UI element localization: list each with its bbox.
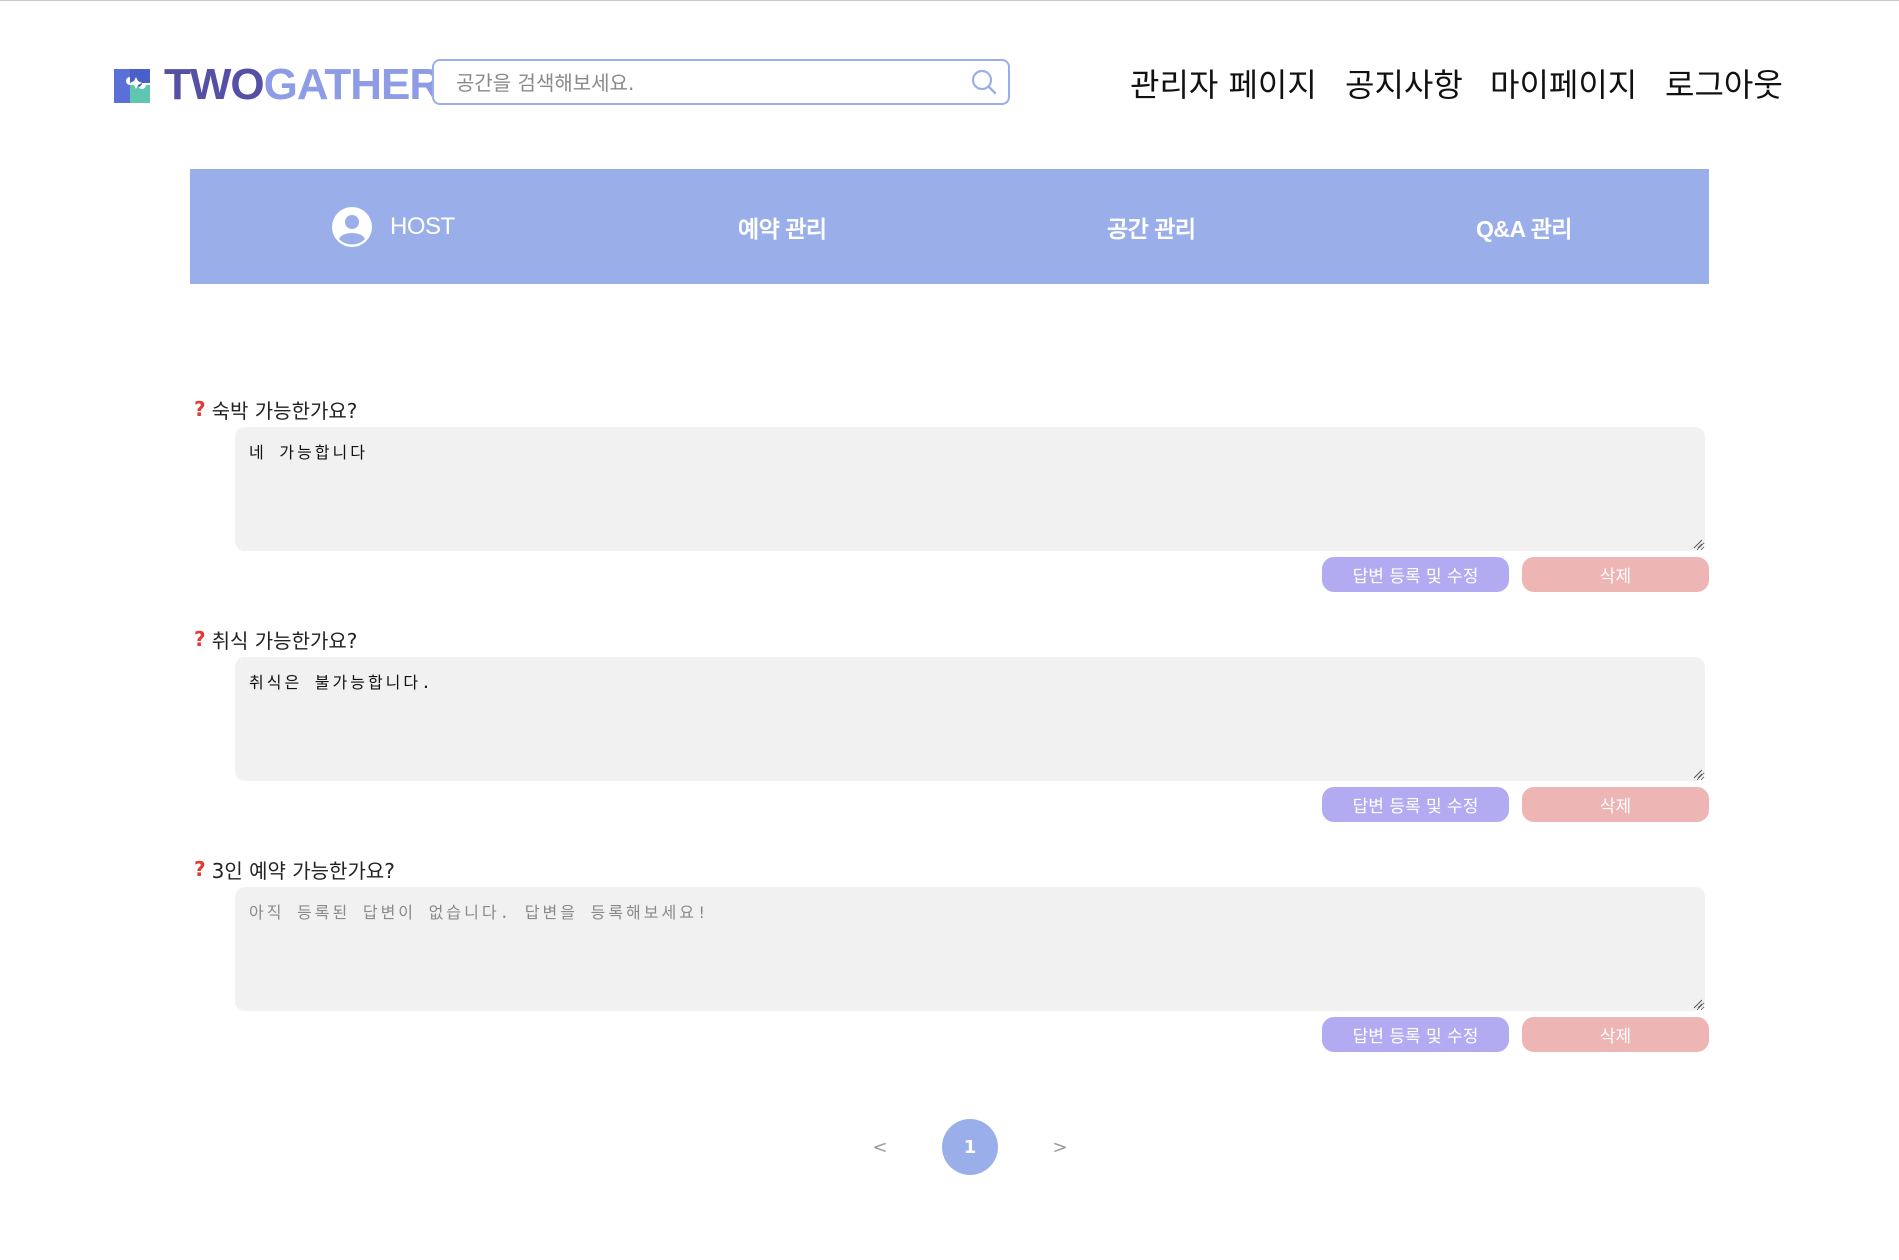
resize-handle-icon[interactable] xyxy=(1693,769,1703,779)
pagination-page-current[interactable]: 1 xyxy=(942,1119,998,1175)
resize-handle-icon[interactable] xyxy=(1693,999,1703,1009)
question-text: 숙박 가능한가요? xyxy=(211,398,358,423)
search-icon[interactable] xyxy=(970,68,998,96)
answer-edit-button[interactable]: 답변 등록 및 수정 xyxy=(1322,787,1509,822)
search-input[interactable] xyxy=(454,69,938,97)
nav-logout[interactable]: 로그아웃 xyxy=(1665,63,1783,107)
answer-textarea[interactable] xyxy=(235,887,1705,1011)
host-menu-reservations[interactable]: 예약 관리 xyxy=(738,169,827,284)
top-nav-3: 마이페이지 xyxy=(1490,63,1637,107)
host-menu-bar: HOST 예약 관리 공간 관리 Q&A 관리 xyxy=(190,169,1709,284)
answer-textarea[interactable]: 네 가능합니다 xyxy=(235,427,1705,551)
qa-item: ? 취식 가능한가요? 취식은 불가능합니다. 답변 등록 및 수정 삭제 xyxy=(190,624,1709,834)
question-mark-icon: ? xyxy=(194,397,206,421)
question-line: ? 3인 예약 가능한가요? xyxy=(194,854,395,884)
top-nav: 관리자 페이지 xyxy=(1130,63,1317,107)
pagination-prev[interactable]: < xyxy=(870,1137,890,1158)
answer-edit-button[interactable]: 답변 등록 및 수정 xyxy=(1322,557,1509,592)
question-line: ? 취식 가능한가요? xyxy=(194,624,357,654)
host-label: HOST xyxy=(390,212,455,240)
answer-delete-button[interactable]: 삭제 xyxy=(1522,787,1709,822)
nav-admin-page[interactable]: 관리자 페이지 xyxy=(1130,63,1317,107)
resize-handle-icon[interactable] xyxy=(1693,539,1703,549)
host-menu-reservations-label: 예약 관리 xyxy=(738,215,827,242)
question-line: ? 숙박 가능한가요? xyxy=(194,394,357,424)
host-menu-spaces-label: 공간 관리 xyxy=(1107,215,1196,242)
host-menu-host[interactable]: HOST xyxy=(332,169,455,284)
host-menu-qa-label: Q&A 관리 xyxy=(1476,215,1572,242)
question-text: 3인 예약 가능한가요? xyxy=(211,858,395,883)
host-menu-spaces[interactable]: 공간 관리 xyxy=(1107,169,1196,284)
question-mark-icon: ? xyxy=(194,857,206,881)
top-nav-4: 로그아웃 xyxy=(1665,63,1783,107)
qa-item: ? 숙박 가능한가요? 네 가능합니다 답변 등록 및 수정 삭제 xyxy=(190,394,1709,604)
answer-delete-button[interactable]: 삭제 xyxy=(1522,557,1709,592)
answer-edit-button[interactable]: 답변 등록 및 수정 xyxy=(1322,1017,1509,1052)
header: TWOGATHER 관리자 페이지 공지사항 마이페이지 로그아웃 xyxy=(0,1,1899,169)
question-text: 취식 가능한가요? xyxy=(211,628,358,653)
logo[interactable]: TWOGATHER xyxy=(112,60,442,109)
qa-item: ? 3인 예약 가능한가요? 답변 등록 및 수정 삭제 xyxy=(190,854,1709,1064)
logo-puzzle-icon xyxy=(114,69,150,103)
nav-mypage[interactable]: 마이페이지 xyxy=(1490,63,1637,107)
question-mark-icon: ? xyxy=(194,627,206,651)
search-bar xyxy=(432,59,1010,105)
logo-wordmark: TWOGATHER xyxy=(164,60,442,109)
pagination: < 1 > xyxy=(870,1119,1070,1175)
top-nav-2: 공지사항 xyxy=(1345,63,1463,107)
answer-textarea[interactable]: 취식은 불가능합니다. xyxy=(235,657,1705,781)
logo-text-two: TWO xyxy=(164,60,265,109)
logo-text-gather: GATHER xyxy=(263,60,442,109)
nav-notice[interactable]: 공지사항 xyxy=(1345,63,1463,107)
pagination-next[interactable]: > xyxy=(1050,1137,1070,1158)
host-menu-qa[interactable]: Q&A 관리 xyxy=(1476,169,1572,284)
user-circle-icon xyxy=(332,206,372,247)
answer-delete-button[interactable]: 삭제 xyxy=(1522,1017,1709,1052)
